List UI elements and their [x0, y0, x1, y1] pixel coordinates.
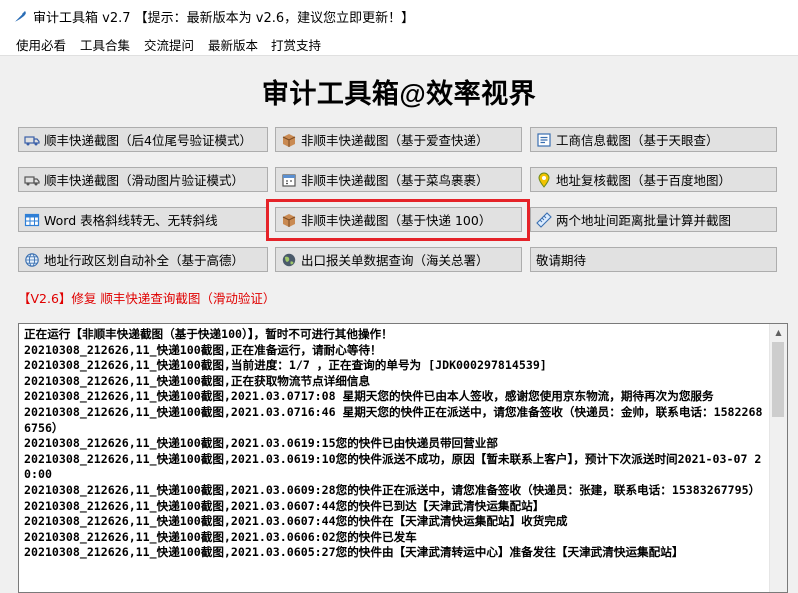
non-sf-aicha-button[interactable]: 非顺丰快递截图（基于爱查快递） [275, 127, 522, 152]
log-line: 20210308_212626,11_快递100截图,2021.03.0606:… [24, 529, 417, 544]
address-verify-label: 地址复核截图（基于百度地图） [556, 173, 732, 188]
log-line: 20210308_212626,11_快递100截图,2021.03.0609:… [24, 482, 761, 497]
ruler-icon [536, 211, 552, 228]
truck-icon [24, 132, 40, 148]
sf-slider-verify-button[interactable]: 顺丰快递截图（滑动图片验证模式） [18, 167, 268, 192]
customs-query-label: 出口报关单数据查询（海关总署） [301, 253, 489, 268]
address-verify-button[interactable]: 地址复核截图（基于百度地图） [530, 167, 777, 192]
log-line: 20210308_212626,11_快递100截图,正在准备运行，请耐心等待！ [24, 342, 382, 357]
coming-soon-label: 敬请期待 [536, 253, 587, 268]
word-diagonal-button[interactable]: Word 表格斜线转无、无转斜线 [18, 207, 268, 232]
customs-query-button[interactable]: 出口报关单数据查询（海关总署） [275, 247, 522, 272]
distance-calc-button[interactable]: 两个地址间距离批量计算并截图 [530, 207, 777, 232]
non-sf-cainiao-button[interactable]: 非顺丰快递截图（基于菜鸟裹裹） [275, 167, 522, 192]
address-complete-button[interactable]: 地址行政区划自动补全（基于高德） [18, 247, 268, 272]
window-title: 审计工具箱 v2.7 【提示：最新版本为 v2.6，建议您立即更新！】 [33, 11, 415, 26]
map-pin-icon [536, 172, 552, 188]
table-icon [24, 212, 40, 228]
distance-calc-label: 两个地址间距离批量计算并截图 [556, 213, 732, 228]
menu-item-latest-version[interactable]: 最新版本 [208, 35, 258, 54]
menu-item-must-read[interactable]: 使用必看 [16, 35, 66, 54]
address-complete-label: 地址行政区划自动补全（基于高德） [44, 253, 245, 268]
title-bar: 审计工具箱 v2.7 【提示：最新版本为 v2.6，建议您立即更新！】 [0, 0, 798, 31]
package-box-icon [281, 132, 297, 148]
menu-item-tools[interactable]: 工具合集 [80, 35, 130, 54]
menu-item-discuss[interactable]: 交流提问 [144, 35, 194, 54]
log-line: 20210308_212626,11_快递100截图,2021.03.0607:… [24, 514, 568, 529]
calendar-icon [281, 172, 297, 188]
globe-icon [24, 252, 40, 268]
page-title: 审计工具箱@效率视界 [261, 79, 537, 109]
log-output[interactable]: 正在运行【非顺丰快递截图（基于快递100）】，暂时不可进行其他操作！ 202103… [18, 323, 788, 593]
globe-dark-icon [281, 252, 297, 268]
log-line: 20210308_212626,11_快递100截图,2021.03.0605:… [24, 545, 684, 560]
non-sf-aicha-label: 非顺丰快递截图（基于爱查快递） [301, 133, 489, 148]
log-line: 20210308_212626,11_快递100截图,2021.03.0716:… [24, 404, 763, 435]
sf-slider-verify-label: 顺丰快递截图（滑动图片验证模式） [44, 173, 245, 188]
log-lines: 正在运行【非顺丰快递截图（基于快递100）】，暂时不可进行其他操作！ 202103… [24, 327, 766, 561]
coming-soon-button[interactable]: 敬请期待 [530, 247, 777, 272]
scroll-thumb[interactable] [772, 342, 784, 417]
menu-bar: 使用必看 工具合集 交流提问 最新版本 打赏支持 [0, 31, 798, 56]
business-info-button[interactable]: 工商信息截图（基于天眼查） [530, 127, 777, 152]
log-line: 20210308_212626,11_快递100截图,2021.03.0607:… [24, 498, 545, 513]
log-line: 20210308_212626,11_快递100截图,2021.03.0717:… [24, 389, 714, 404]
sf-tail-verify-label: 顺丰快递截图（后4位尾号验证模式） [44, 133, 252, 148]
feather-icon [12, 8, 28, 24]
log-scrollbar[interactable]: ▲ [769, 324, 787, 592]
version-notice: 【V2.6】修复 顺丰快递查询截图（滑动验证） [18, 291, 276, 306]
log-line: 20210308_212626,11_快递100截图,正在获取物流节点详细信息 [24, 373, 371, 388]
business-info-label: 工商信息截图（基于天眼查） [556, 133, 719, 148]
sf-tail-verify-button[interactable]: 顺丰快递截图（后4位尾号验证模式） [18, 127, 268, 152]
word-diagonal-label: Word 表格斜线转无、无转斜线 [44, 213, 218, 228]
scroll-up-arrow-icon[interactable]: ▲ [770, 324, 787, 341]
log-line: 正在运行【非顺丰快递截图（基于快递100）】，暂时不可进行其他操作！ [24, 327, 393, 341]
document-list-icon [536, 132, 552, 148]
log-line: 20210308_212626,11_快递100截图,2021.03.0619:… [24, 436, 498, 451]
truck-icon [24, 172, 40, 188]
menu-item-donate[interactable]: 打赏支持 [271, 35, 321, 54]
highlight-box [266, 199, 530, 241]
log-line: 20210308_212626,11_快递100截图,2021.03.0619:… [24, 451, 762, 482]
non-sf-cainiao-label: 非顺丰快递截图（基于菜鸟裹裹） [301, 173, 489, 188]
log-line: 20210308_212626,11_快递100截图,当前进度：1/7 ，正在查… [24, 358, 547, 373]
